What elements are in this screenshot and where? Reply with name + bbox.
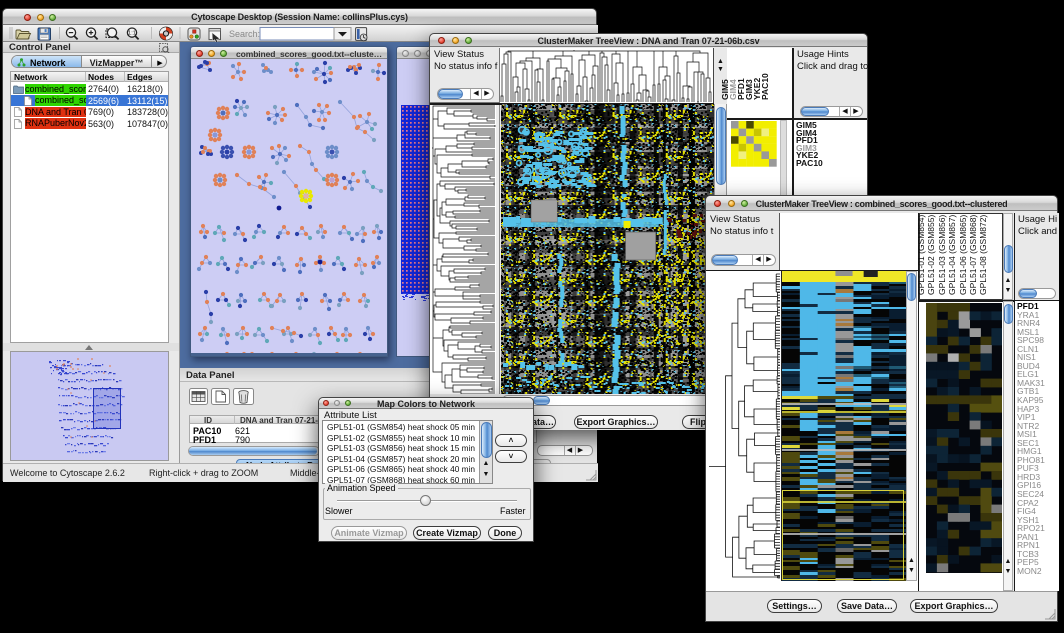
svg-text:1:1: 1:1 (128, 31, 136, 37)
